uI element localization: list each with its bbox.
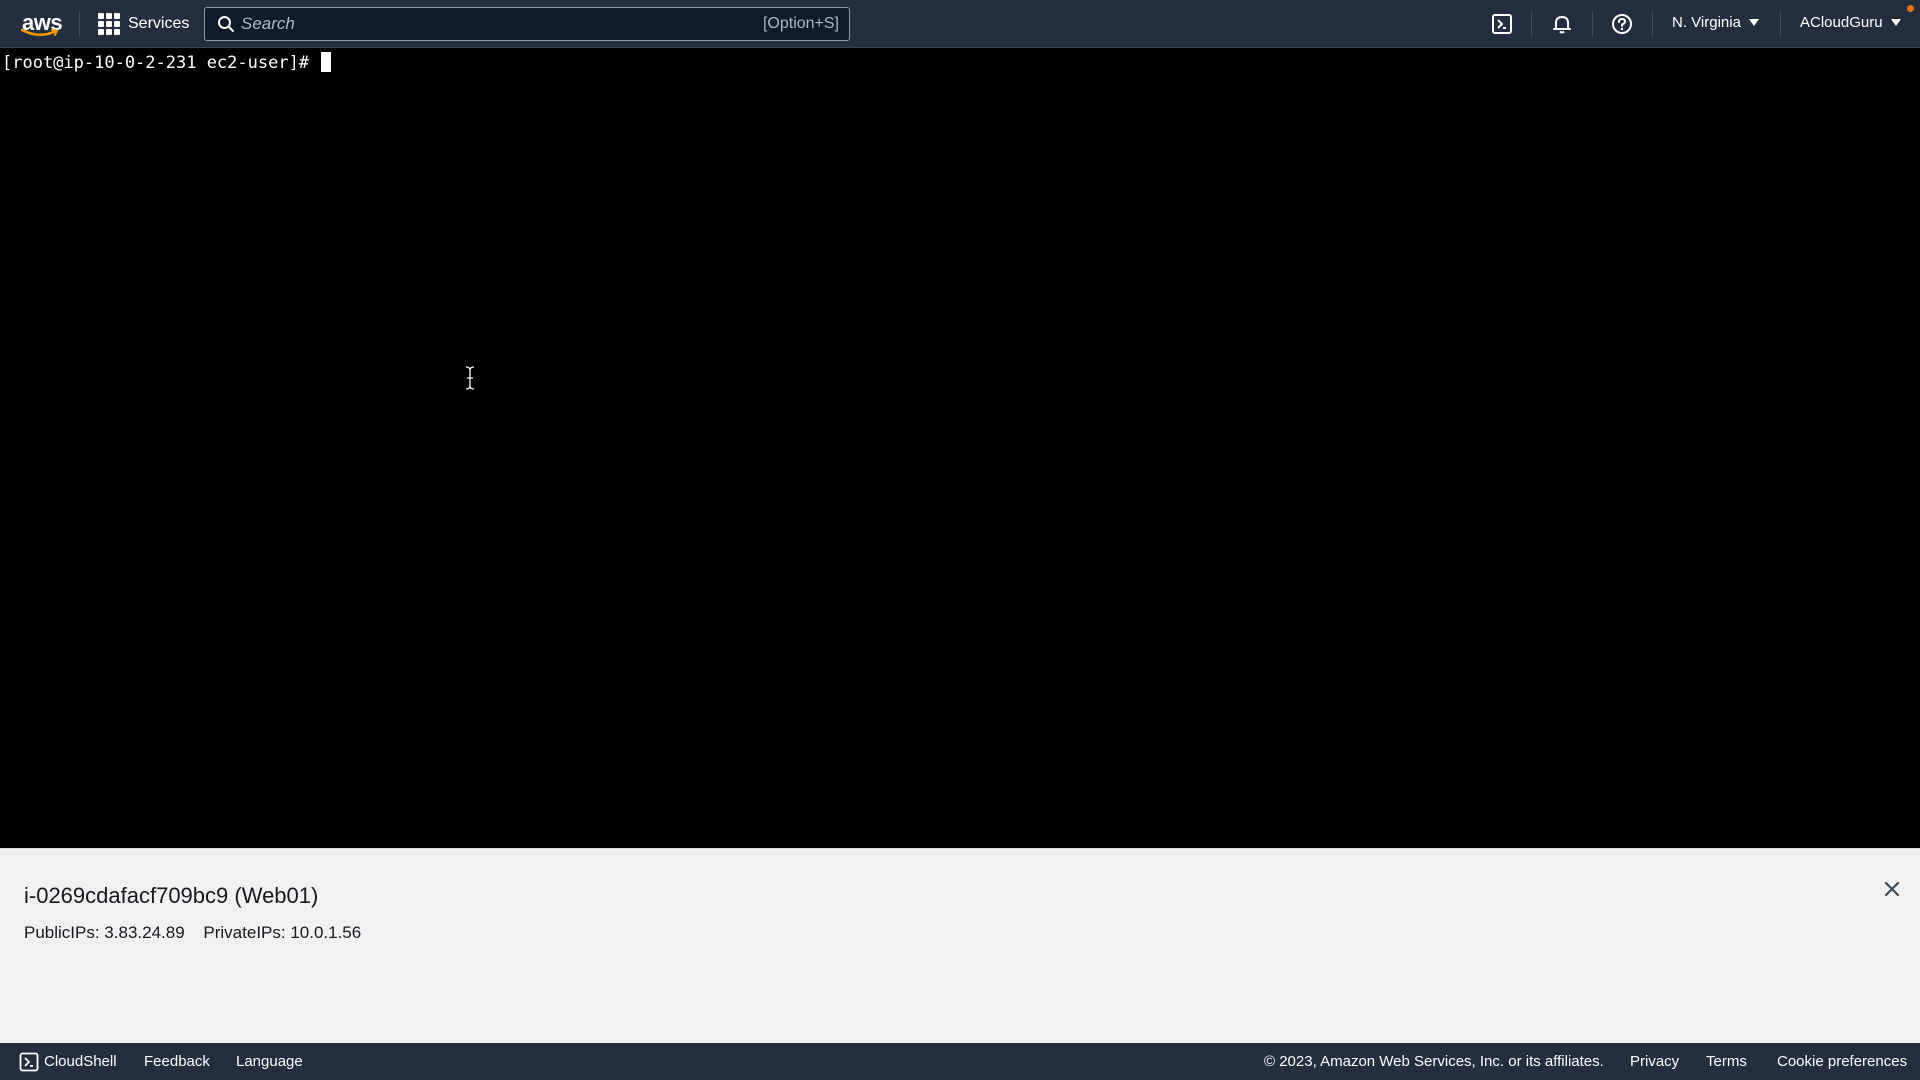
footer: CloudShell Feedback Language © 2023, Ama…	[0, 1043, 1920, 1080]
nav-divider	[1652, 12, 1653, 36]
footer-cookie-preferences-link[interactable]: Cookie preferences	[1777, 1053, 1907, 1070]
services-menu-button[interactable]: Services	[98, 8, 189, 40]
cloudshell-button[interactable]	[1490, 12, 1514, 36]
terminal-line: [root@ip-10-0-2-231 ec2-user]#	[2, 52, 332, 73]
terminal-prompt: [root@ip-10-0-2-231 ec2-user]#	[2, 53, 320, 73]
instance-title: i-0269cdafacf709bc9 (Web01)	[24, 883, 319, 908]
search-input[interactable]	[235, 14, 763, 34]
instance-info-panel: i-0269cdafacf709bc9 (Web01) PublicIPs: 3…	[0, 848, 1920, 1043]
search-icon	[218, 16, 234, 32]
cloudshell-icon	[1492, 14, 1512, 34]
notification-dot	[1907, 5, 1914, 12]
aws-smile-icon	[20, 28, 59, 36]
bell-icon	[1553, 16, 1571, 34]
instance-ips: PublicIPs: 3.83.24.89 PrivateIPs: 10.0.1…	[24, 923, 375, 943]
notifications-button[interactable]	[1550, 12, 1574, 36]
account-label: ACloudGuru	[1800, 14, 1883, 31]
text-cursor-icon	[465, 366, 475, 390]
nav-divider	[1780, 12, 1781, 36]
search-shortcut-hint: [Option+S]	[762, 15, 839, 32]
help-icon	[1612, 14, 1632, 34]
footer-cloudshell-link[interactable]: CloudShell	[44, 1053, 117, 1070]
close-panel-button[interactable]	[1880, 877, 1904, 901]
footer-privacy-link[interactable]: Privacy	[1630, 1053, 1679, 1070]
public-ips: PublicIPs: 3.83.24.89	[24, 923, 185, 942]
services-label: Services	[128, 15, 190, 32]
caret-down-icon	[1890, 19, 1901, 26]
terminal-area[interactable]: [root@ip-10-0-2-231 ec2-user]#	[0, 48, 1920, 848]
close-icon	[1884, 881, 1900, 897]
region-selector[interactable]: N. Virginia	[1672, 14, 1759, 31]
nav-divider	[79, 12, 80, 36]
footer-terms-link[interactable]: Terms	[1706, 1053, 1747, 1070]
top-nav: aws Services [Option+S]	[0, 0, 1920, 48]
footer-language-link[interactable]: Language	[236, 1053, 303, 1070]
caret-down-icon	[1748, 19, 1759, 26]
region-label: N. Virginia	[1672, 14, 1741, 31]
search-bar[interactable]: [Option+S]	[204, 7, 850, 41]
footer-feedback-link[interactable]: Feedback	[144, 1053, 210, 1070]
account-menu[interactable]: ACloudGuru	[1800, 14, 1901, 31]
private-ips: PrivateIPs: 10.0.1.56	[203, 923, 362, 942]
nav-divider	[1592, 12, 1593, 36]
grid-icon	[98, 13, 120, 35]
help-button[interactable]	[1610, 12, 1634, 36]
nav-divider	[1531, 12, 1532, 36]
aws-logo[interactable]: aws	[20, 8, 63, 40]
terminal-cursor	[321, 52, 332, 72]
footer-copyright: © 2023, Amazon Web Services, Inc. or its…	[1264, 1053, 1604, 1070]
cloudshell-icon	[19, 1052, 39, 1072]
